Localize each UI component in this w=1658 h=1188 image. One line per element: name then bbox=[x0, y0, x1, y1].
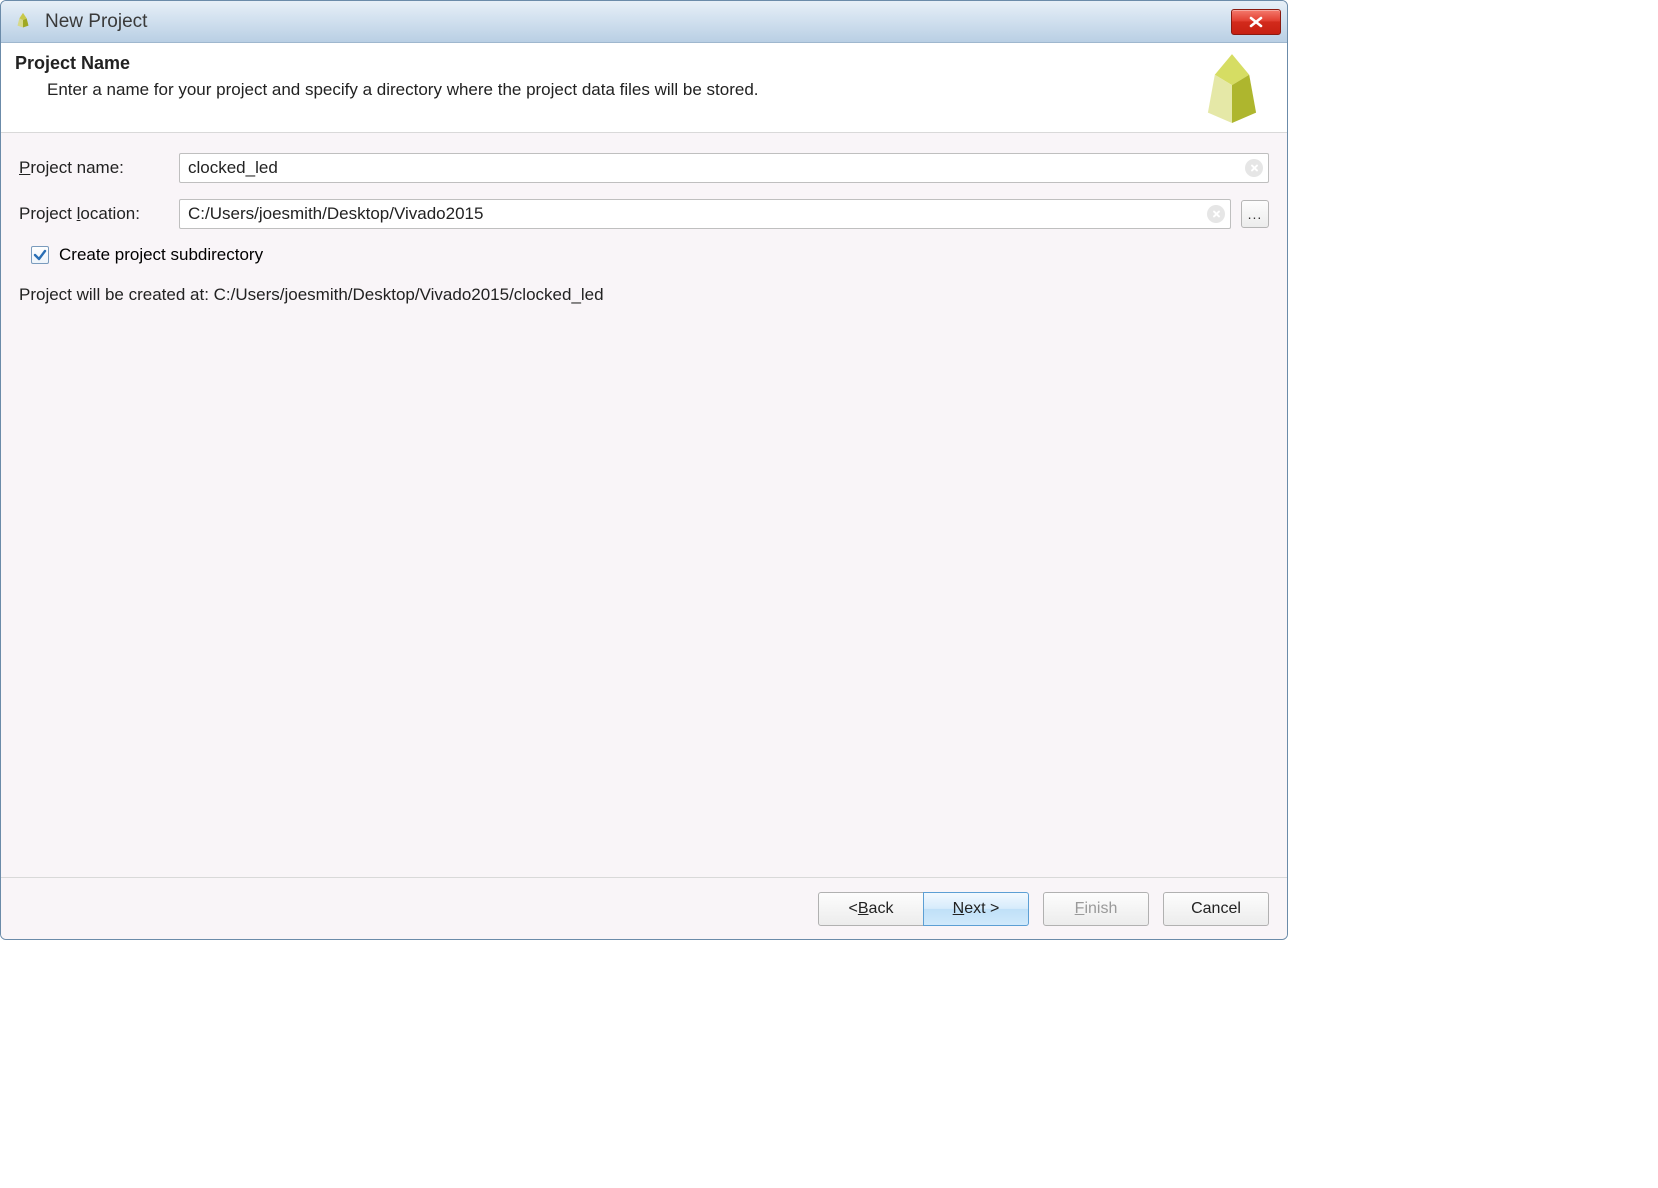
create-subdir-label: Create project subdirectory bbox=[59, 245, 263, 265]
wizard-footer: < Back Next > Finish Cancel bbox=[1, 877, 1287, 939]
project-name-row: Project name: bbox=[19, 153, 1269, 183]
window-title: New Project bbox=[45, 11, 1231, 33]
brand-icon bbox=[1189, 49, 1275, 129]
form-area: Project name: Project location: ... bbox=[1, 133, 1287, 877]
browse-button[interactable]: ... bbox=[1241, 200, 1269, 228]
close-icon bbox=[1247, 15, 1265, 29]
back-button[interactable]: < Back bbox=[818, 892, 924, 926]
project-name-input[interactable] bbox=[179, 153, 1269, 183]
page-title: Project Name bbox=[15, 53, 1273, 74]
clear-icon[interactable] bbox=[1245, 159, 1263, 177]
cancel-button[interactable]: Cancel bbox=[1163, 892, 1269, 926]
clear-icon[interactable] bbox=[1207, 205, 1225, 223]
close-button[interactable] bbox=[1231, 9, 1281, 35]
project-name-label: Project name: bbox=[19, 158, 169, 178]
page-description: Enter a name for your project and specif… bbox=[15, 80, 1273, 100]
project-location-row: Project location: ... bbox=[19, 199, 1269, 229]
titlebar: New Project bbox=[1, 1, 1287, 43]
finish-button: Finish bbox=[1043, 892, 1149, 926]
nav-button-group: < Back Next > bbox=[818, 892, 1029, 926]
app-icon bbox=[11, 10, 35, 34]
checkmark-icon bbox=[33, 248, 47, 262]
dialog-window: New Project Project Name Enter a name fo… bbox=[0, 0, 1288, 940]
project-path-summary: Project will be created at: C:/Users/joe… bbox=[19, 281, 1269, 305]
project-location-label: Project location: bbox=[19, 204, 169, 224]
create-subdir-checkbox[interactable] bbox=[31, 246, 49, 264]
create-subdir-row: Create project subdirectory bbox=[19, 245, 1269, 265]
next-button[interactable]: Next > bbox=[923, 892, 1029, 926]
project-location-input[interactable] bbox=[179, 199, 1231, 229]
wizard-header: Project Name Enter a name for your proje… bbox=[1, 43, 1287, 133]
